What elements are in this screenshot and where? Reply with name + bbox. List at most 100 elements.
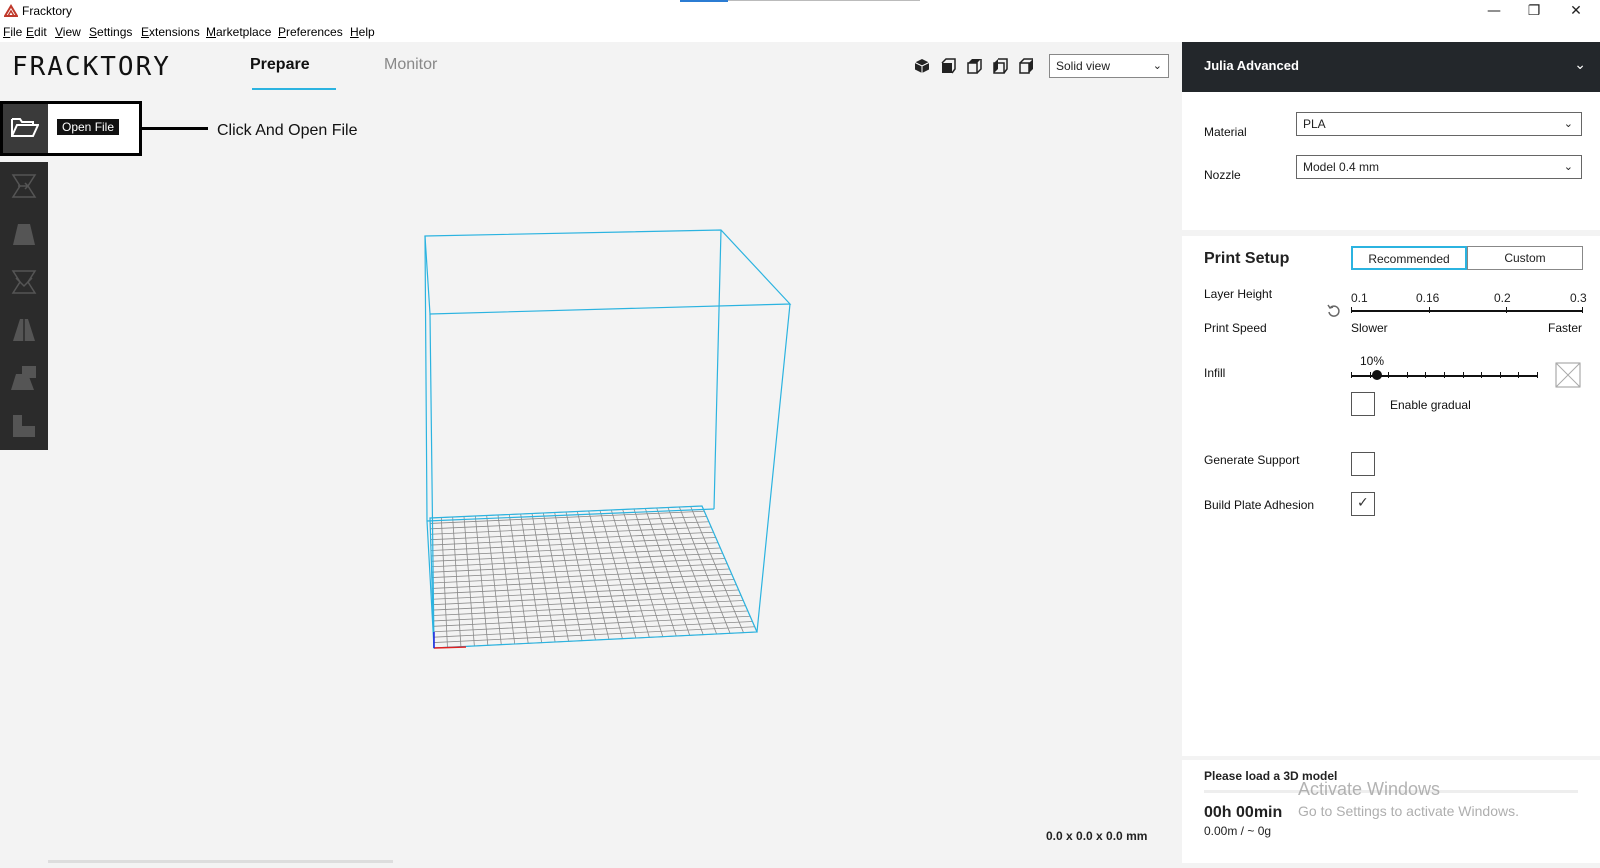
print-time: 00h 00min	[1204, 804, 1283, 821]
active-tab-indicator	[252, 88, 336, 90]
title-bar: Fracktory — ❐ ✕	[0, 0, 1600, 22]
taskbar-divider	[728, 0, 920, 1]
minimize-button[interactable]: —	[1474, 0, 1514, 22]
build-plate-adhesion-label: Build Plate Adhesion	[1204, 498, 1315, 512]
chevron-down-icon: ⌄	[1574, 56, 1586, 72]
move-icon[interactable]	[8, 170, 40, 202]
slider-tick	[1351, 307, 1352, 313]
grid-line	[622, 509, 664, 637]
material-value: PLA	[1303, 117, 1326, 131]
nozzle-value: Model 0.4 mm	[1303, 160, 1380, 174]
support-blocker-icon[interactable]	[8, 410, 40, 442]
build-plate-grid	[429, 505, 758, 649]
infill-label: Infill	[1204, 366, 1226, 380]
material-label: Material	[1204, 125, 1247, 139]
menu-help[interactable]: Help	[350, 25, 375, 39]
slider-tick	[1506, 307, 1507, 313]
right-view-icon[interactable]	[1017, 57, 1035, 75]
menu-marketplace[interactable]: Marketplace	[206, 25, 271, 39]
print-setup-panel: Print Setup Recommended Custom Layer Hei…	[1182, 236, 1600, 756]
printer-selector[interactable]: Julia Advanced ⌄	[1182, 42, 1600, 92]
infill-value: 10%	[1360, 354, 1385, 368]
view-mode-select[interactable]: Solid view ⌄	[1049, 54, 1169, 78]
generate-support-label: Generate Support	[1204, 453, 1300, 467]
material-amount: 0.00m / ~ 0g	[1204, 824, 1272, 838]
slider-tick	[1429, 307, 1430, 313]
layer-height-option[interactable]: 0.1	[1351, 291, 1368, 305]
3d-viewport[interactable]	[48, 92, 1180, 863]
layer-height-option[interactable]: 0.3	[1570, 291, 1587, 305]
grid-line	[633, 508, 677, 637]
top-view-icon[interactable]	[965, 57, 983, 75]
material-select[interactable]: PLA ⌄	[1296, 112, 1582, 136]
open-file-button[interactable]	[3, 104, 48, 153]
menu-view[interactable]: View	[55, 25, 81, 39]
rotate-icon[interactable]	[8, 266, 40, 298]
enable-gradual-label: Enable gradual	[1390, 398, 1471, 412]
menu-extensions[interactable]: Extensions	[141, 25, 200, 39]
printer-name: Julia Advanced	[1204, 58, 1299, 73]
menu-edit[interactable]: Edit	[26, 25, 47, 39]
speed-faster-label: Faster	[1548, 321, 1583, 335]
grid-line	[644, 508, 691, 636]
maximize-button[interactable]: ❐	[1514, 0, 1554, 22]
grid-line	[565, 511, 596, 641]
view-mode-value: Solid view	[1056, 59, 1111, 73]
model-dimensions: 0.0 x 0.0 x 0.0 mm	[1046, 829, 1148, 843]
build-plate-adhesion-checkbox[interactable]	[1351, 492, 1375, 516]
menu-preferences[interactable]: Preferences	[278, 25, 343, 39]
infill-tick	[1444, 372, 1445, 378]
infill-tick	[1406, 372, 1408, 378]
per-model-settings-icon[interactable]	[8, 362, 40, 394]
speed-slower-label: Slower	[1351, 321, 1388, 335]
activation-watermark-subtitle: Go to Settings to activate Windows.	[1298, 803, 1519, 819]
tab-prepare[interactable]: Prepare	[250, 56, 310, 74]
tab-monitor[interactable]: Monitor	[384, 56, 437, 74]
print-setup-title: Print Setup	[1204, 250, 1290, 267]
grid-line	[656, 507, 704, 635]
custom-button[interactable]: Custom	[1467, 246, 1583, 270]
print-speed-label: Print Speed	[1204, 321, 1267, 335]
enable-gradual-checkbox[interactable]	[1351, 392, 1375, 416]
slider-tick	[1582, 307, 1583, 313]
recommended-button[interactable]: Recommended	[1351, 246, 1467, 270]
infill-tick	[1369, 372, 1371, 378]
infill-tick	[1351, 372, 1352, 378]
taskbar-accent	[680, 0, 728, 2]
scale-icon[interactable]	[8, 218, 40, 250]
layer-height-slider[interactable]	[1351, 310, 1583, 312]
nozzle-select[interactable]: Model 0.4 mm ⌄	[1296, 155, 1582, 179]
layer-height-label: Layer Height	[1204, 287, 1273, 301]
chevron-down-icon: ⌄	[1563, 161, 1573, 173]
activation-watermark-title: Activate Windows	[1298, 779, 1441, 799]
infill-tick	[1481, 372, 1483, 378]
window-title: Fracktory	[22, 4, 73, 18]
layer-height-option[interactable]: 0.2	[1494, 291, 1511, 305]
infill-tick	[1537, 372, 1538, 378]
app-icon	[4, 4, 18, 17]
menu-settings[interactable]: Settings	[89, 25, 132, 39]
infill-pattern-icon[interactable]	[1555, 362, 1581, 388]
menu-file[interactable]: File	[3, 25, 22, 39]
menu-bar: File Edit View Settings Extensions Marke…	[0, 22, 1600, 42]
infill-slider-handle[interactable]	[1371, 370, 1382, 380]
close-button[interactable]: ✕	[1556, 0, 1596, 22]
folder-open-icon	[11, 118, 39, 137]
layer-height-option[interactable]: 0.16	[1416, 291, 1439, 305]
chevron-down-icon: ⌄	[1563, 118, 1573, 130]
front-view-icon[interactable]	[939, 57, 957, 75]
grid-line	[576, 511, 610, 640]
nozzle-label: Nozzle	[1204, 168, 1241, 182]
tool-strip	[0, 162, 48, 450]
chevron-down-icon: ⌄	[1152, 60, 1162, 72]
header: FRACKTORY Prepare Monitor Solid view ⌄	[0, 42, 1180, 92]
grid-line	[678, 506, 731, 634]
left-view-icon[interactable]	[991, 57, 1009, 75]
infill-tick	[1518, 372, 1520, 378]
infill-tick	[1388, 372, 1390, 378]
generate-support-checkbox[interactable]	[1351, 452, 1375, 476]
reset-icon[interactable]	[1326, 303, 1342, 319]
grid-line	[667, 507, 717, 635]
mirror-icon[interactable]	[8, 314, 40, 346]
3d-view-icon[interactable]	[913, 57, 931, 75]
